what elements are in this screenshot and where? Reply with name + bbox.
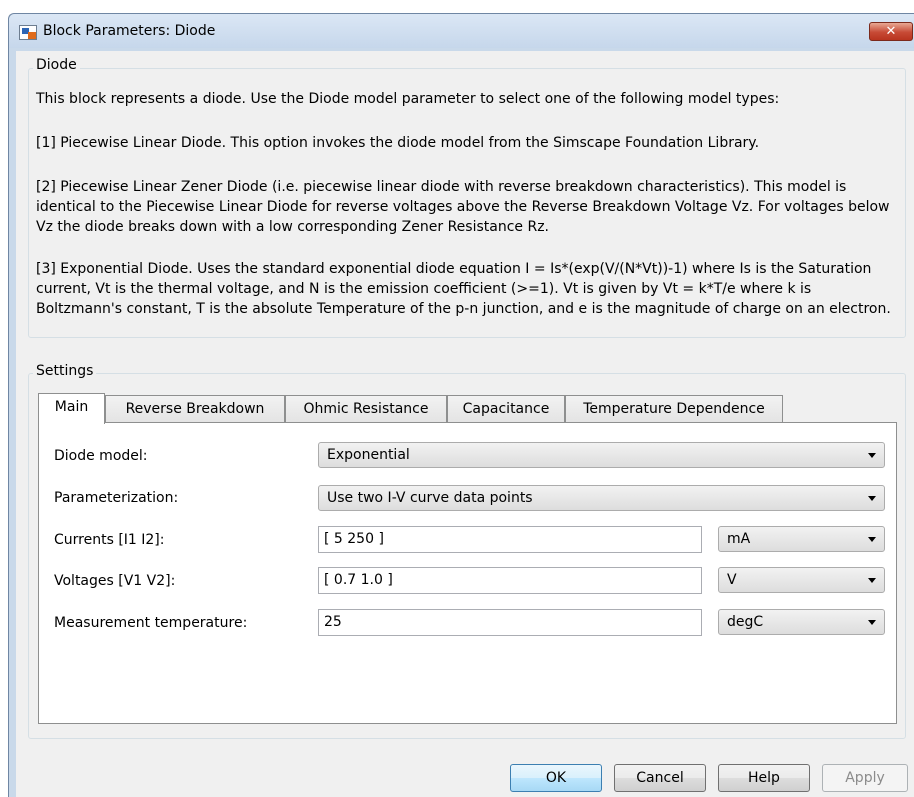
- measurement-temperature-input[interactable]: 25: [318, 609, 702, 636]
- currents-input[interactable]: [ 5 250 ]: [318, 526, 702, 553]
- tab-main[interactable]: Main: [38, 393, 105, 424]
- description-model-2: [2] Piecewise Linear Zener Diode (i.e. p…: [36, 179, 890, 235]
- chevron-down-icon: [868, 537, 876, 542]
- description-model-1: [1] Piecewise Linear Diode. This option …: [36, 135, 760, 151]
- currents-unit-value: mA: [727, 531, 751, 547]
- parameterization-dropdown[interactable]: Use two I-V curve data points: [318, 485, 885, 511]
- chevron-down-icon: [868, 496, 876, 501]
- voltages-input[interactable]: [ 0.7 1.0 ]: [318, 567, 702, 594]
- chevron-down-icon: [868, 453, 876, 458]
- description-intro: This block represents a diode. Use the D…: [36, 91, 780, 107]
- window-title: Block Parameters: Diode: [43, 23, 216, 39]
- chevron-down-icon: [868, 578, 876, 583]
- tab-temperature-dependence[interactable]: Temperature Dependence: [565, 395, 783, 424]
- currents-label: Currents [I1 I2]:: [54, 532, 165, 548]
- currents-unit-dropdown[interactable]: mA: [718, 526, 885, 552]
- close-button[interactable]: ✕: [869, 22, 913, 41]
- tab-capacitance[interactable]: Capacitance: [447, 395, 565, 424]
- diode-model-value: Exponential: [327, 447, 410, 463]
- voltages-label: Voltages [V1 V2]:: [54, 573, 176, 589]
- temperature-unit-dropdown[interactable]: degC: [718, 609, 885, 635]
- tab-reverse-breakdown[interactable]: Reverse Breakdown: [105, 395, 285, 424]
- chevron-down-icon: [868, 620, 876, 625]
- temperature-unit-value: degC: [727, 614, 764, 630]
- diode-model-label: Diode model:: [54, 448, 148, 464]
- apply-button[interactable]: Apply: [822, 764, 908, 792]
- diode-model-dropdown[interactable]: Exponential: [318, 442, 885, 468]
- measurement-temperature-label: Measurement temperature:: [54, 615, 248, 631]
- parameterization-label: Parameterization:: [54, 490, 179, 506]
- cancel-button[interactable]: Cancel: [614, 764, 706, 792]
- help-button[interactable]: Help: [718, 764, 810, 792]
- dialog-body: Diode This block represents a diode. Use…: [16, 51, 914, 797]
- voltages-unit-value: V: [727, 572, 737, 588]
- description-model-3: [3] Exponential Diode. Uses the standard…: [36, 261, 891, 317]
- voltages-unit-dropdown[interactable]: V: [718, 567, 885, 593]
- settings-group-label: Settings: [33, 363, 97, 379]
- tab-ohmic-resistance[interactable]: Ohmic Resistance: [285, 395, 447, 424]
- dialog-window: Block Parameters: Diode ✕ Diode This blo…: [8, 13, 914, 797]
- ok-button[interactable]: OK: [510, 764, 602, 792]
- parameterization-value: Use two I-V curve data points: [327, 490, 533, 506]
- title-bar[interactable]: Block Parameters: Diode ✕: [9, 14, 914, 48]
- simulink-block-icon: [19, 25, 37, 40]
- diode-group-label: Diode: [33, 57, 80, 73]
